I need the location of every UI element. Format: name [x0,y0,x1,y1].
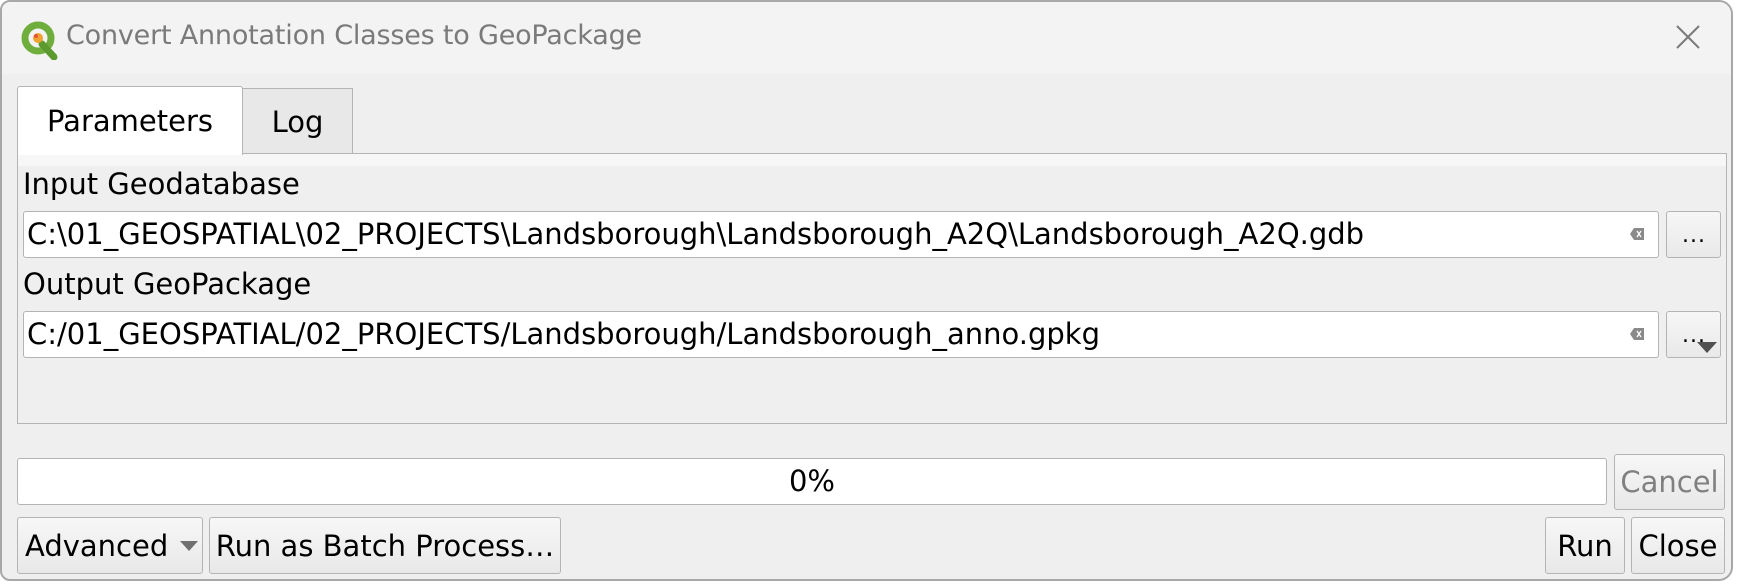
input-geodatabase-browse-button[interactable]: ... [1666,211,1721,258]
output-geopackage-browse-button[interactable]: ... [1666,311,1721,358]
advanced-button[interactable]: Advanced [17,517,203,574]
clear-icon[interactable] [1630,228,1644,240]
batch-label: Run as Batch Process… [215,528,555,563]
input-geodatabase-label: Input Geodatabase [23,167,300,201]
cancel-label: Cancel [1620,465,1719,499]
close-label: Close [1638,528,1718,563]
tab-log[interactable]: Log [242,88,353,154]
dropdown-arrow-icon [1697,342,1717,353]
cancel-button[interactable]: Cancel [1614,454,1725,510]
browse-dots: ... [1682,223,1706,248]
output-geopackage-label: Output GeoPackage [23,267,312,301]
tab-parameters-label: Parameters [47,104,213,138]
input-geodatabase-field[interactable]: C:\01_GEOSPATIAL\02_PROJECTS\Landsboroug… [23,211,1659,258]
run-button[interactable]: Run [1545,517,1625,574]
output-geopackage-field[interactable]: C:/01_GEOSPATIAL/02_PROJECTS/Landsboroug… [23,311,1659,358]
advanced-label: Advanced [25,528,169,563]
tab-parameters[interactable]: Parameters [17,86,243,155]
run-label: Run [1557,528,1613,563]
parameters-panel: Input Geodatabase C:\01_GEOSPATIAL\02_PR… [17,153,1727,424]
title-bar: Convert Annotation Classes to GeoPackage [2,2,1731,74]
panel-top-strip [18,154,1726,166]
progress-bar: 0% [17,458,1607,505]
input-geodatabase-value: C:\01_GEOSPATIAL\02_PROJECTS\Landsboroug… [27,217,1365,251]
close-button[interactable]: Close [1631,517,1725,574]
tab-log-label: Log [271,104,324,139]
progress-text: 0% [788,464,835,498]
run-as-batch-button[interactable]: Run as Batch Process… [209,517,561,574]
chevron-down-icon [180,540,199,551]
qgis-logo-icon [21,21,58,60]
clear-icon[interactable] [1630,328,1644,340]
output-geopackage-value: C:/01_GEOSPATIAL/02_PROJECTS/Landsboroug… [27,317,1100,351]
window-title: Convert Annotation Classes to GeoPackage [66,20,642,51]
close-icon[interactable] [1675,24,1701,50]
dialog-window: Convert Annotation Classes to GeoPackage… [0,0,1733,581]
